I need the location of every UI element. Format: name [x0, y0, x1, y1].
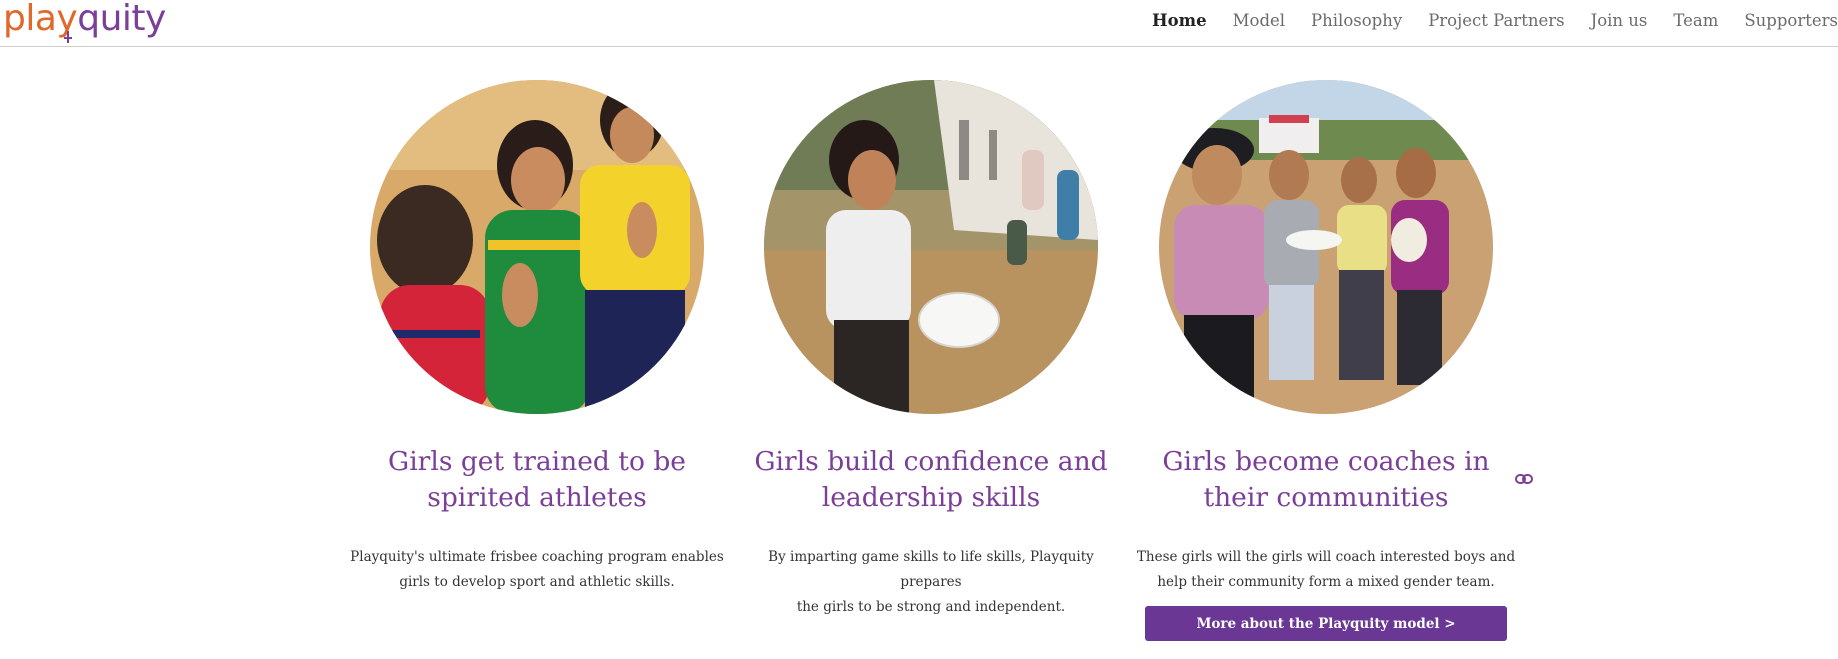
athletes-text: Playquity's ultimate frisbee coaching pr…	[337, 545, 737, 595]
athletes-title: Girls get trained to be spirited athlete…	[337, 444, 737, 516]
more-about-model-button[interactable]: More about the Playquity model >	[1145, 606, 1507, 641]
confidence-text-line2: the girls to be strong and independent.	[796, 599, 1066, 615]
nav-model[interactable]: Model	[1233, 11, 1285, 30]
coaches-text-line1: These girls will the girls will coach in…	[1136, 549, 1516, 565]
link-icon[interactable]	[1515, 472, 1533, 486]
coaches-photo	[1159, 80, 1493, 414]
venus-symbol-icon	[64, 31, 72, 43]
athletes-text-line1: Playquity's ultimate frisbee coaching pr…	[350, 549, 724, 565]
nav-project-partners[interactable]: Project Partners	[1428, 11, 1564, 30]
nav-team[interactable]: Team	[1673, 11, 1718, 30]
confidence-title-line1: Girls build confidence and	[754, 446, 1108, 477]
logo-text-quity: quity	[77, 0, 166, 39]
feature-coaches: Girls become coaches in their communitie…	[1126, 80, 1526, 595]
playquity-logo[interactable]: playquity	[3, 0, 166, 43]
confidence-text-line1: By imparting game skills to life skills,…	[768, 549, 1094, 590]
confidence-text: By imparting game skills to life skills,…	[731, 545, 1131, 620]
feature-athletes: Girls get trained to be spirited athlete…	[337, 80, 737, 595]
coaches-title: Girls become coaches in their communitie…	[1126, 444, 1526, 516]
site-header: playquity Home Model Philosophy Project …	[0, 0, 1838, 47]
confidence-photo	[764, 80, 1098, 414]
confidence-title-line2: leadership skills	[821, 482, 1041, 513]
nav-home[interactable]: Home	[1152, 11, 1207, 30]
coaches-title-line2: their communities	[1203, 482, 1449, 513]
coaches-text-line2: help their community form a mixed gender…	[1157, 574, 1495, 590]
athletes-text-line2: girls to develop sport and athletic skil…	[399, 574, 675, 590]
coaches-text: These girls will the girls will coach in…	[1126, 545, 1526, 595]
nav-supporters[interactable]: Supporters	[1744, 11, 1838, 30]
nav-philosophy[interactable]: Philosophy	[1311, 11, 1402, 30]
main-nav: Home Model Philosophy Project Partners J…	[1126, 0, 1838, 40]
feature-confidence: Girls build confidence and leadership sk…	[731, 80, 1131, 620]
athletes-title-line2: spirited athletes	[427, 482, 647, 513]
athletes-title-line1: Girls get trained to be	[388, 446, 686, 477]
nav-join-us[interactable]: Join us	[1591, 11, 1648, 30]
athletes-photo	[370, 80, 704, 414]
coaches-title-line1: Girls become coaches in	[1162, 446, 1490, 477]
confidence-title: Girls build confidence and leadership sk…	[731, 444, 1131, 516]
